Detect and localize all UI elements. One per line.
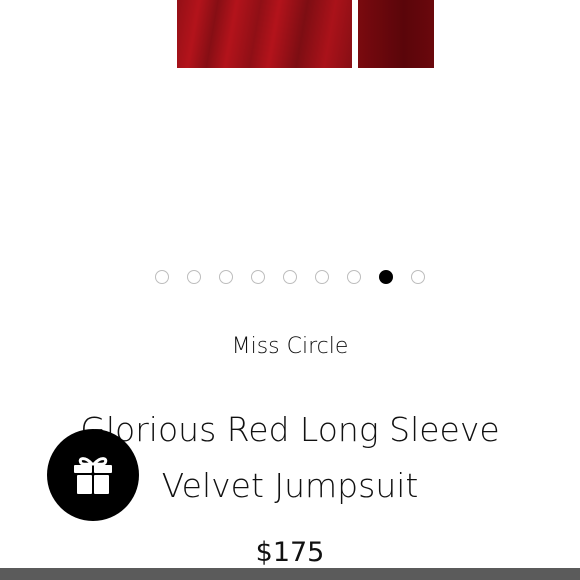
carousel-dot-6[interactable] bbox=[315, 270, 329, 284]
carousel-dot-1[interactable] bbox=[155, 270, 169, 284]
carousel-dot-2[interactable] bbox=[187, 270, 201, 284]
carousel-dot-5[interactable] bbox=[283, 270, 297, 284]
product-image[interactable] bbox=[0, 0, 580, 255]
gift-button[interactable] bbox=[47, 429, 139, 521]
bottom-bar bbox=[0, 568, 580, 580]
brand-name[interactable]: Miss Circle bbox=[0, 334, 580, 359]
product-photo-crop bbox=[177, 0, 434, 68]
carousel-dot-9[interactable] bbox=[411, 270, 425, 284]
carousel-dots bbox=[0, 269, 580, 285]
velvet-fabric-left bbox=[177, 0, 352, 68]
carousel-dot-7[interactable] bbox=[347, 270, 361, 284]
carousel-dot-4[interactable] bbox=[251, 270, 265, 284]
gift-icon bbox=[74, 457, 112, 494]
product-price: $175 bbox=[255, 537, 325, 568]
carousel-dot-8[interactable] bbox=[379, 270, 393, 284]
carousel-dot-3[interactable] bbox=[219, 270, 233, 284]
velvet-fabric-right bbox=[358, 0, 434, 68]
